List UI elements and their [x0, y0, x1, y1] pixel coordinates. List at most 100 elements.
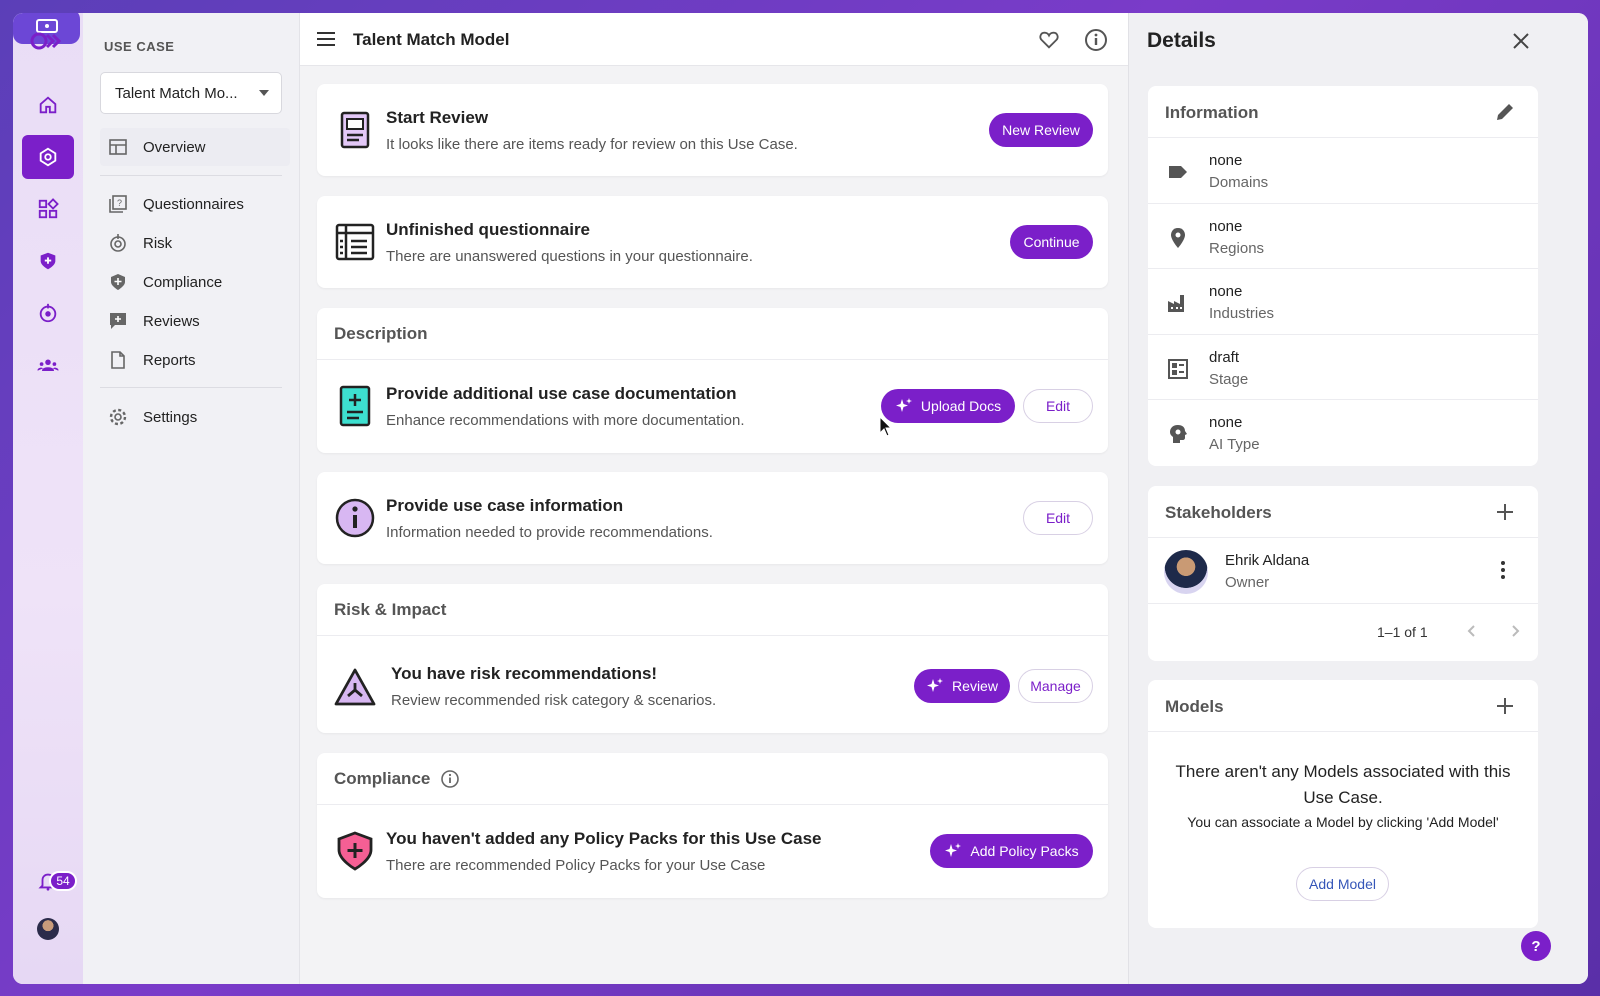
user-avatar[interactable]	[37, 918, 59, 940]
start-review-card: Start Review It looks like there are ite…	[317, 84, 1108, 176]
pagination: 1–1 of 1	[1148, 604, 1538, 660]
add-document-icon	[339, 385, 371, 427]
card-subtitle: Information needed to provide recommenda…	[386, 524, 713, 541]
use-case-select-value: Talent Match Mo...	[115, 84, 238, 102]
panel-header: Information	[1148, 86, 1538, 138]
rail-compliance[interactable]	[22, 239, 74, 283]
cube-network-icon	[39, 147, 57, 167]
card-subtitle: It looks like there are items ready for …	[386, 136, 798, 153]
info-label: Stage	[1209, 370, 1249, 388]
rail-teams[interactable]	[22, 343, 74, 387]
rail-risk[interactable]	[22, 291, 74, 335]
manage-risk-button[interactable]: Manage	[1018, 669, 1093, 703]
info-row-ai-type: none AI Type	[1148, 400, 1538, 466]
upload-docs-button[interactable]: Upload Docs	[881, 389, 1015, 423]
models-empty-hint: You can associate a Model by clicking 'A…	[1187, 814, 1499, 830]
app-logo[interactable]	[27, 27, 67, 53]
pencil-icon[interactable]	[1494, 101, 1516, 123]
heart-icon[interactable]	[1038, 29, 1060, 51]
plus-icon[interactable]	[1494, 501, 1516, 523]
edit-info-button[interactable]: Edit	[1023, 501, 1093, 535]
info-row-stage: draft Stage	[1148, 335, 1538, 401]
sidebar-item-questionnaires[interactable]: ? Questionnaires	[100, 185, 290, 223]
panel-heading: Stakeholders	[1165, 503, 1272, 522]
risk-impact-card: Risk & Impact You have risk recommendati…	[317, 584, 1108, 733]
sidebar-item-reports[interactable]: Reports	[100, 341, 290, 379]
add-model-button[interactable]: Add Model	[1296, 867, 1389, 901]
description-card: Description Provide additional use case …	[317, 308, 1108, 453]
close-icon[interactable]	[1511, 31, 1531, 51]
panel-header: Models	[1148, 680, 1538, 732]
notification-badge: 54	[49, 871, 77, 891]
plus-icon[interactable]	[1494, 695, 1516, 717]
add-policy-packs-button[interactable]: Add Policy Packs	[930, 834, 1093, 868]
card-heading: Compliance	[317, 753, 1108, 805]
target-icon	[110, 234, 126, 252]
home-icon	[39, 96, 57, 114]
sparkle-icon	[927, 678, 944, 692]
panel-heading: Models	[1165, 697, 1224, 716]
card-heading: Risk & Impact	[317, 584, 1108, 636]
sidebar-item-label: Compliance	[143, 273, 223, 291]
sidebar-item-overview[interactable]: Overview	[100, 128, 290, 166]
card-heading-label: Compliance	[334, 768, 431, 788]
chevron-right-icon[interactable]	[1507, 623, 1523, 639]
section-label: USE CASE	[104, 39, 175, 54]
checklist-icon	[335, 223, 375, 261]
divider	[100, 387, 282, 388]
rail-home[interactable]	[22, 83, 74, 127]
review-icon	[110, 313, 126, 329]
info-row-domains: none Domains	[1148, 138, 1538, 204]
info-icon[interactable]	[1084, 28, 1108, 52]
card-title: Unfinished questionnaire	[386, 220, 591, 239]
stage-icon	[1168, 358, 1188, 379]
review-risk-button[interactable]: Review	[914, 669, 1010, 703]
help-button[interactable]: ?	[1521, 931, 1551, 961]
sidebar-item-compliance[interactable]: Compliance	[100, 263, 290, 301]
rail-use-cases[interactable]	[22, 135, 74, 179]
pagination-text: 1–1 of 1	[1377, 624, 1428, 640]
models-empty-title: There aren't any Models associated with …	[1175, 762, 1511, 807]
review-form-icon	[340, 111, 370, 149]
info-label: Industries	[1209, 305, 1275, 323]
sidebar-item-label: Overview	[143, 138, 206, 156]
info-value: none	[1209, 152, 1243, 169]
panel-heading: Information	[1165, 103, 1259, 122]
sidebar-item-label: Settings	[143, 408, 198, 426]
document-icon	[111, 351, 125, 369]
page-title: Talent Match Model	[353, 30, 510, 49]
card-heading: Description	[317, 308, 1108, 360]
info-label: Regions	[1209, 239, 1265, 257]
sidebar-item-risk[interactable]: Risk	[100, 224, 290, 262]
chevron-left-icon[interactable]	[1464, 623, 1480, 639]
card-title: Start Review	[386, 108, 489, 127]
more-vert-icon[interactable]	[1493, 560, 1513, 580]
use-case-select[interactable]: Talent Match Mo...	[100, 72, 282, 114]
card-title: Provide additional use case documentatio…	[386, 384, 737, 403]
continue-button[interactable]: Continue	[1010, 225, 1093, 259]
brain-icon	[1170, 425, 1187, 444]
new-review-button[interactable]: New Review	[989, 113, 1093, 147]
mouse-cursor-icon	[879, 416, 893, 437]
card-subtitle: There are recommended Policy Packs for y…	[386, 857, 766, 874]
sparkle-icon	[895, 398, 912, 412]
questionnaire-card: Unfinished questionnaire There are unans…	[317, 196, 1108, 288]
info-icon[interactable]	[440, 769, 460, 789]
shield-icon	[111, 274, 125, 290]
rail-apps[interactable]	[22, 187, 74, 231]
tag-icon	[1169, 166, 1187, 178]
information-panel: Information none Domains none Regions no…	[1148, 86, 1538, 466]
hamburger-menu-icon[interactable]	[316, 29, 336, 49]
edit-description-button[interactable]: Edit	[1023, 389, 1093, 423]
button-label: Review	[952, 678, 998, 694]
info-row-industries: none Industries	[1148, 269, 1538, 335]
card-title: You haven't added any Policy Packs for t…	[386, 829, 822, 848]
sidebar-item-label: Reviews	[143, 312, 200, 330]
caret-down-icon	[259, 90, 269, 96]
compliance-card: Compliance You haven't added any Policy …	[317, 753, 1108, 898]
sidebar-item-settings[interactable]: Settings	[100, 398, 290, 436]
sidebar-item-reviews[interactable]: Reviews	[100, 302, 290, 340]
app-window: 54 USE CASE Talent Match Mo... Overview …	[13, 13, 1588, 984]
info-value: draft	[1209, 348, 1240, 366]
button-label: Add Policy Packs	[970, 843, 1079, 859]
